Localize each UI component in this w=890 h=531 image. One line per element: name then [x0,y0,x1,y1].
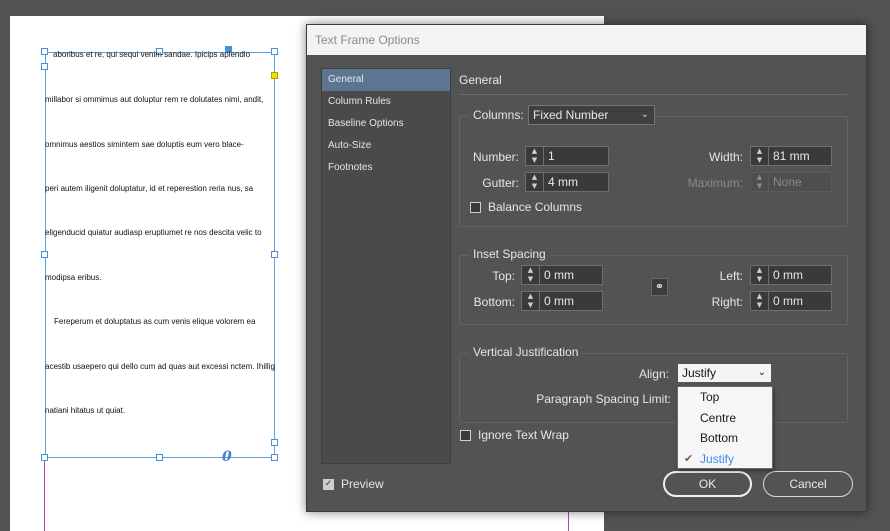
overset-text-indicator[interactable]: 0 [222,449,232,465]
body-text-line: omnimus aestios simintem sae doluptis eu… [45,140,244,149]
stepper-arrows-icon[interactable]: ▲ ▼ [750,265,768,285]
body-text-line: acestib usaepero qui dello cum ad quas a… [45,362,275,371]
frame-handle-middle-right[interactable] [271,251,278,258]
body-text-line: Fereperum et doluptatus as cum venis eli… [54,317,256,326]
columns-label: Columns: [469,108,528,122]
balance-columns-checkbox[interactable] [470,202,481,213]
ignore-text-wrap-checkbox[interactable] [460,430,471,441]
gutter-field[interactable]: 4 mm [543,172,609,192]
inset-bottom-field[interactable]: 0 mm [539,291,603,311]
gutter-stepper[interactable]: ▲ ▼ 4 mm [525,172,609,192]
gutter-label: Gutter: [482,176,519,190]
frame-handle-top-left[interactable] [41,48,48,55]
width-label: Width: [708,150,743,164]
stepper-arrows-icon[interactable]: ▲ ▼ [750,291,768,311]
inset-bottom-stepper[interactable]: ▲ ▼ 0 mm [521,291,603,311]
inset-top-label: Top: [492,269,515,283]
inset-top-stepper[interactable]: ▲ ▼ 0 mm [521,265,603,285]
vertical-justification-title: Vertical Justification [469,345,583,359]
margin-guide [44,458,45,531]
frame-handle-top-right[interactable] [271,48,278,55]
align-label: Align: [638,367,669,381]
align-value: Justify [682,366,717,380]
align-option-bottom[interactable]: Bottom [678,428,772,449]
frame-handle-bottom-right[interactable] [271,454,278,461]
option-label: Bottom [700,431,739,445]
number-field[interactable]: 1 [543,146,609,166]
chevron-down-icon: ⌄ [640,109,649,120]
chevron-down-icon: ⌄ [757,367,766,378]
paragraph-spacing-limit-label: Paragraph Spacing Limit: [536,392,671,406]
frame-out-port-handle[interactable] [271,439,278,446]
body-text-line: natiani hitatus ut quiat. [45,406,126,415]
frame-handle-middle-left[interactable] [41,251,48,258]
columns-type-value: Fixed Number [533,108,609,122]
option-label: Centre [700,410,737,425]
preview-checkbox[interactable]: ✓ [323,479,334,490]
section-title: General [459,73,502,87]
inset-top-field[interactable]: 0 mm [539,265,603,285]
section-divider [459,94,847,95]
align-option-top[interactable]: Top [678,387,772,408]
inset-right-field[interactable]: 0 mm [768,291,832,311]
cancel-button[interactable]: Cancel [763,471,853,497]
number-stepper[interactable]: ▲ ▼ 1 [525,146,609,166]
align-option-centre[interactable]: Centre [678,408,772,429]
inset-left-label: Left: [719,269,743,283]
sidebar-item-footnotes[interactable]: Footnotes [322,157,450,179]
corner-options-handle[interactable] [271,72,278,79]
body-text-line: peri autem iligenit doluptatur, id et re… [45,184,254,193]
maximum-field: None [768,172,832,192]
checkmark-icon: ✔ [684,452,694,465]
width-stepper[interactable]: ▲ ▼ 81 mm [750,146,832,166]
sidebar-item-baseline-options[interactable]: Baseline Options [322,113,450,135]
stepper-arrows-icon: ▲ ▼ [750,172,768,192]
sidebar-item-general[interactable]: General [322,69,450,91]
vertical-justification-group [459,353,848,423]
inset-left-stepper[interactable]: ▲ ▼ 0 mm [750,265,832,285]
preview-label[interactable]: Preview [341,477,384,491]
width-field[interactable]: 81 mm [768,146,832,166]
ok-button[interactable]: OK [663,471,752,497]
balance-columns-label[interactable]: Balance Columns [488,200,582,214]
maximum-stepper: ▲ ▼ None [750,172,832,192]
frame-handle-bottom-left[interactable] [41,454,48,461]
stepper-arrows-icon[interactable]: ▲ ▼ [521,265,539,285]
columns-type-select[interactable]: Fixed Number ⌄ [528,105,655,125]
option-label: Top [700,390,720,404]
text-frame-options-dialog: Text Frame Options General Column Rules … [306,24,867,512]
inset-spacing-title: Inset Spacing [469,247,550,261]
stepper-arrows-icon[interactable]: ▲ ▼ [525,172,543,192]
inset-right-stepper[interactable]: ▲ ▼ 0 mm [750,291,832,311]
body-text-line: millabor si ommimus aut doluptur rem re … [45,95,264,104]
frame-handle-bottom-center[interactable] [156,454,163,461]
ignore-text-wrap-label[interactable]: Ignore Text Wrap [478,428,569,442]
margin-guide [568,510,569,531]
options-sidebar: General Column Rules Baseline Options Au… [321,68,451,464]
inset-left-field[interactable]: 0 mm [768,265,832,285]
body-text-line: eligenducid quiatur audiasp eruptiumet r… [45,228,262,237]
frame-in-port-handle[interactable] [41,63,48,70]
stepper-arrows-icon[interactable]: ▲ ▼ [521,291,539,311]
sidebar-item-column-rules[interactable]: Column Rules [322,91,450,113]
body-text-line: aboribus et re, qui sequi venim sandae. … [53,50,251,59]
sidebar-item-auto-size[interactable]: Auto-Size [322,135,450,157]
inset-right-label: Right: [711,295,743,309]
stepper-arrows-icon[interactable]: ▲ ▼ [525,146,543,166]
stepper-arrows-icon[interactable]: ▲ ▼ [750,146,768,166]
inset-bottom-label: Bottom: [473,295,515,309]
align-option-justify[interactable]: ✔ Justify [678,449,772,470]
link-chain-icon[interactable]: ⚭ [651,278,668,296]
option-label: Justify [700,451,735,466]
maximum-label: Maximum: [687,176,743,190]
body-text-line: modipsa eribus. [45,273,102,282]
dialog-title[interactable]: Text Frame Options [307,25,866,55]
number-label: Number: [472,150,519,164]
align-select[interactable]: Justify ⌄ [677,363,772,383]
align-dropdown-menu: Top Centre Bottom ✔ Justify [677,386,773,469]
text-frame[interactable] [45,52,275,458]
